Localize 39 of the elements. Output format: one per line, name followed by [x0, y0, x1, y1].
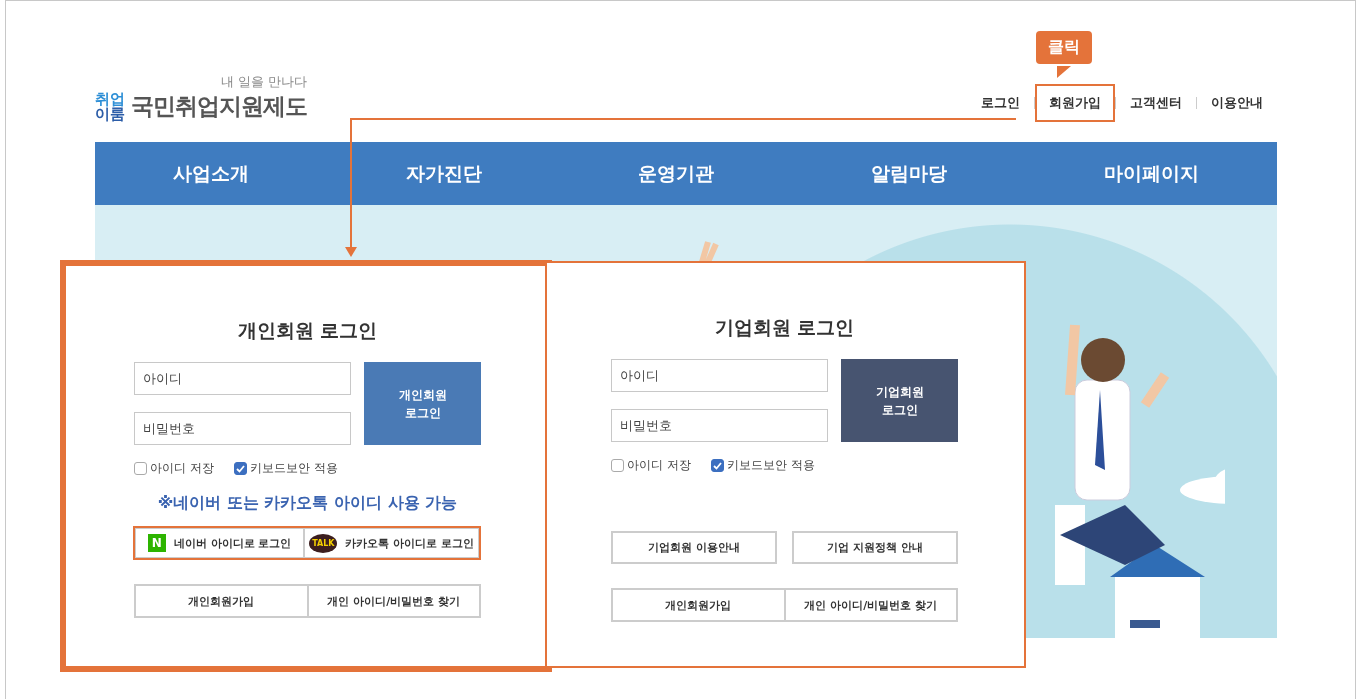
top-link[interactable]: 고객센터 [1116, 84, 1196, 122]
logo-mark-text: 취업 [95, 92, 125, 107]
panel-title: 개인회원 로그인 [236, 318, 379, 343]
info-button[interactable]: 기업회원 이용안내 [611, 531, 777, 564]
checkbox[interactable] [233, 462, 247, 475]
nav-item[interactable]: 사업소개 [173, 160, 250, 187]
hand-icon [698, 240, 722, 264]
panel-title: 기업회원 로그인 [713, 315, 856, 340]
login-button[interactable]: 기업회원 로그인 [841, 359, 958, 442]
social-login-button[interactable]: N 네이버 아이디로 로그인 [135, 528, 305, 558]
top-link[interactable]: 로그인 [967, 84, 1034, 122]
nav-item[interactable]: 마이페이지 [1103, 160, 1199, 187]
callout-tail-icon [1057, 66, 1071, 78]
nav-item[interactable]: 알림마당 [871, 160, 948, 187]
logo-title: 국민취업지원제도 [131, 92, 307, 121]
checkbox-label: 키보드보안 적용 [249, 460, 338, 477]
click-callout: 클릭 [1036, 31, 1092, 64]
password-field[interactable]: 비밀번호 [134, 412, 351, 445]
checkbox[interactable] [134, 462, 147, 475]
id-field[interactable]: 아이디 [611, 359, 828, 392]
nav-item[interactable]: 운영기관 [638, 160, 715, 187]
top-link[interactable]: 이용안내 [1197, 84, 1277, 122]
checkbox[interactable] [710, 459, 724, 472]
checkbox-label: 키보드보안 적용 [726, 457, 815, 474]
n-logo-icon: N [147, 534, 166, 552]
logo-tagline: 내 일을 만나다 [220, 73, 307, 91]
checkbox-label: 아이디 저장 [150, 460, 214, 477]
logo-mark-text: 이룸 [95, 107, 125, 122]
password-field[interactable]: 비밀번호 [611, 409, 828, 442]
notice-text: ※네이버 또는 카카오톡 아이디 사용 가능 [156, 493, 459, 514]
login-button[interactable]: 개인회원 로그인 [364, 362, 481, 445]
nav-item[interactable]: 자가진단 [405, 160, 482, 187]
id-field[interactable]: 아이디 [134, 362, 351, 395]
checkbox-label: 아이디 저장 [627, 457, 691, 474]
social-login-button[interactable]: TALK 카카오톡 아이디로 로그인 [304, 528, 479, 558]
highlighted-top-link[interactable]: 회원가입 [1035, 84, 1115, 122]
talk-bubble-icon: TALK [309, 533, 338, 553]
info-button[interactable]: 기업 지원정책 안내 [792, 531, 958, 564]
checkbox[interactable] [611, 459, 624, 472]
